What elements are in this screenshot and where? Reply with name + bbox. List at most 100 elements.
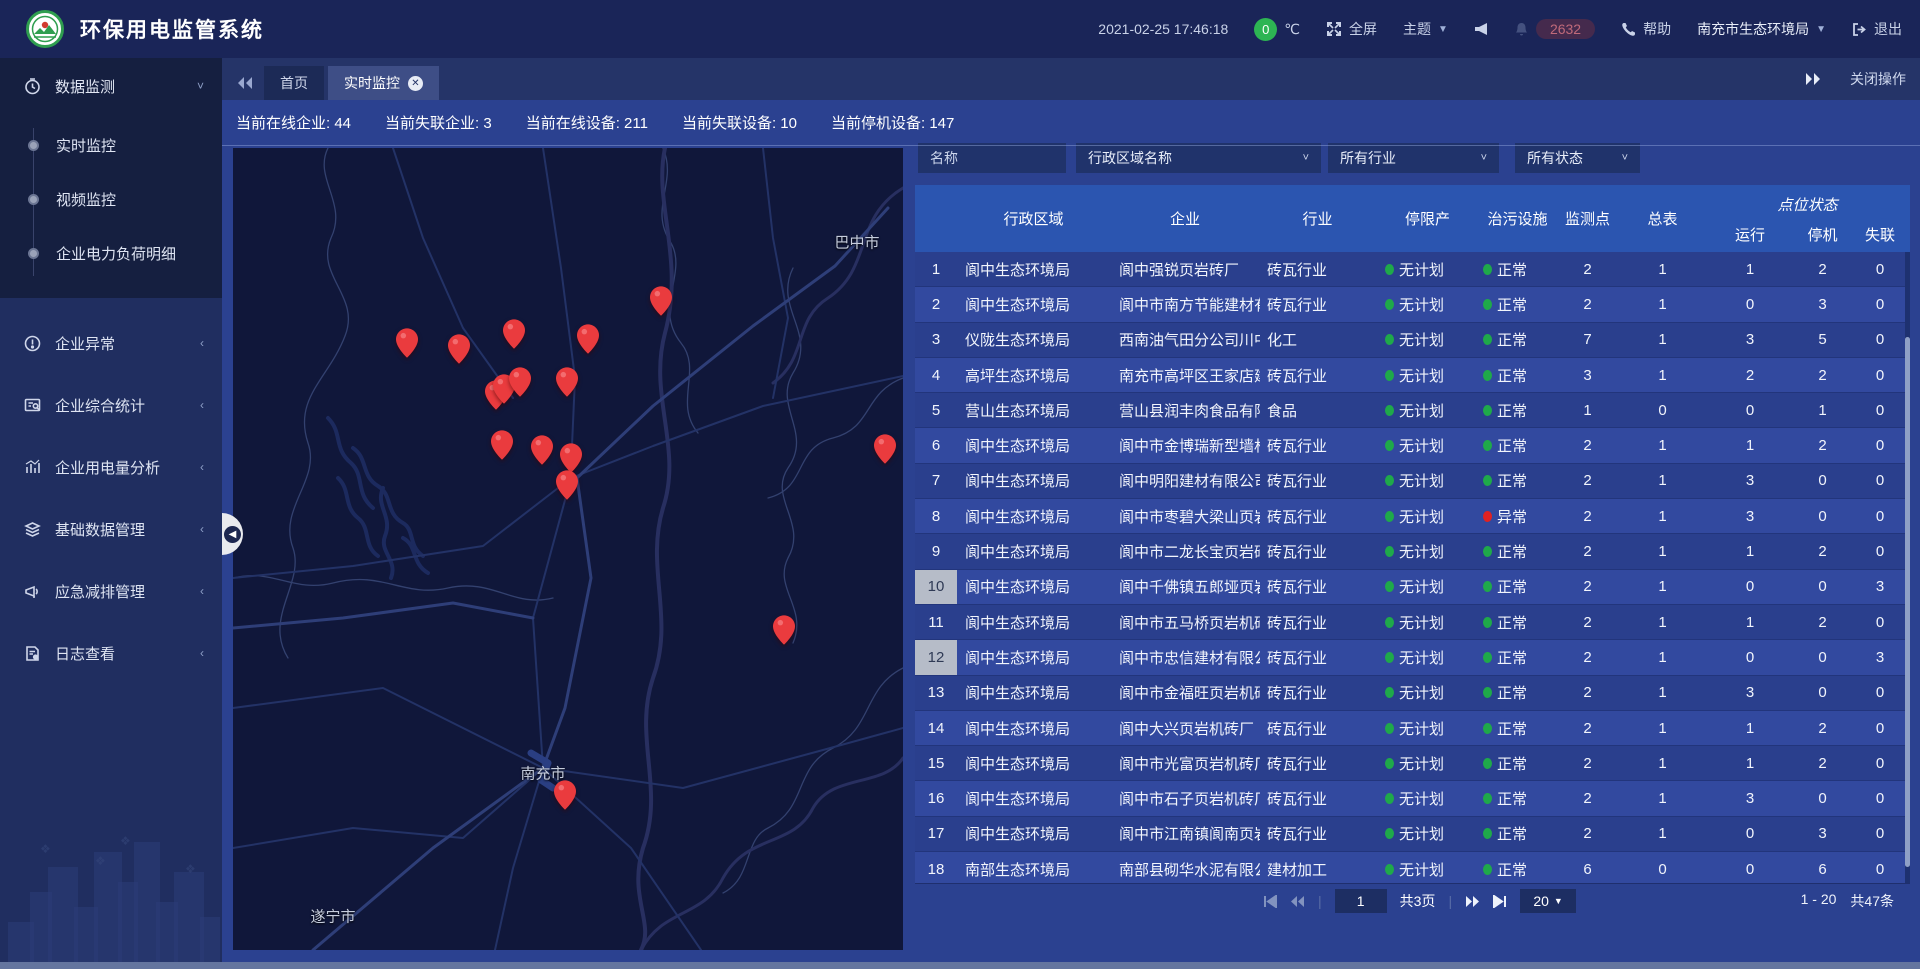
map-pin[interactable]: [773, 615, 795, 645]
next-page-button[interactable]: [1465, 895, 1480, 908]
cell-run: 1: [1705, 261, 1795, 278]
cell-halt: 0: [1795, 472, 1850, 489]
sidebar-group-enterprise-statistics[interactable]: 企业综合统计 ‹: [0, 374, 222, 436]
sidebar-item-power-load-detail[interactable]: 企业电力负荷明细: [0, 226, 222, 280]
first-page-button[interactable]: [1263, 895, 1277, 908]
table-row[interactable]: 6 阆中生态环境局 阆中市金博瑞新型墙材 砖瓦行业 无计划 正常 2 1 1 2…: [915, 428, 1910, 463]
theme-dropdown[interactable]: 主题▼: [1403, 19, 1448, 39]
help-button[interactable]: 帮助: [1621, 19, 1671, 39]
cell-lost: 0: [1850, 437, 1910, 454]
cell-halt: 0: [1795, 578, 1850, 595]
map-pin[interactable]: [491, 430, 513, 460]
page-number-input[interactable]: 1: [1335, 889, 1387, 913]
map-pin[interactable]: [874, 434, 896, 464]
cell-facility-status: 正常: [1480, 612, 1555, 633]
cell-run: 2: [1705, 367, 1795, 384]
status-filter-select[interactable]: 所有状态˅: [1515, 143, 1640, 173]
search-input[interactable]: [930, 150, 1054, 166]
page-title: 环保用电监管系统: [80, 14, 264, 44]
sidebar-group-log-view[interactable]: 日志查看 ‹: [0, 622, 222, 684]
table-row[interactable]: 7 阆中生态环境局 阆中明阳建材有限公司 砖瓦行业 无计划 正常 2 1 3 0…: [915, 464, 1910, 499]
cell-region: 阆中生态环境局: [957, 506, 1110, 527]
cell-company: 南充市高坪区王家店建: [1110, 365, 1260, 386]
table-row[interactable]: 3 仪陇生态环境局 西南油气田分公司川中 化工 无计划 正常 7 1 3 5 0: [915, 323, 1910, 358]
cell-lost: 0: [1850, 720, 1910, 737]
close-operations-button[interactable]: 关闭操作: [1850, 69, 1906, 89]
sidebar-group-emergency-reduction[interactable]: 应急减排管理 ‹: [0, 560, 222, 622]
page-size-select[interactable]: 20▼: [1520, 889, 1576, 913]
map-pin[interactable]: [560, 443, 582, 473]
map-pin[interactable]: [531, 435, 553, 465]
map-pin[interactable]: [396, 328, 418, 358]
table-row[interactable]: 2 阆中生态环境局 阆中市南方节能建材有 砖瓦行业 无计划 正常 2 1 0 3…: [915, 287, 1910, 322]
tabs-scroll-left-button[interactable]: [230, 66, 260, 100]
table-row[interactable]: 12 阆中生态环境局 阆中市忠信建材有限公 砖瓦行业 无计划 正常 2 1 0 …: [915, 640, 1910, 675]
status-dot: [1483, 475, 1492, 486]
last-page-button[interactable]: [1493, 895, 1507, 908]
status-dot: [1483, 440, 1492, 451]
table-row[interactable]: 4 高坪生态环境局 南充市高坪区王家店建 砖瓦行业 无计划 正常 3 1 2 2…: [915, 358, 1910, 393]
cell-stop-status: 无计划: [1375, 823, 1480, 844]
cell-stop-status: 无计划: [1375, 541, 1480, 562]
prev-page-button[interactable]: [1290, 895, 1305, 908]
map-panel[interactable]: 巴中市南充市遂宁市: [233, 148, 903, 950]
map-pin[interactable]: [448, 334, 470, 364]
cell-region: 仪陇生态环境局: [957, 329, 1110, 350]
table-row[interactable]: 8 阆中生态环境局 阆中市枣碧大梁山页岩 砖瓦行业 无计划 异常 2 1 3 0…: [915, 499, 1910, 534]
table-row[interactable]: 11 阆中生态环境局 阆中市五马桥页岩机砖 砖瓦行业 无计划 正常 2 1 1 …: [915, 605, 1910, 640]
cell-halt: 2: [1795, 367, 1850, 384]
map-pin[interactable]: [509, 367, 531, 397]
scrollbar-thumb[interactable]: [1905, 337, 1910, 867]
double-chevron-left-icon: [237, 76, 253, 90]
stat-item: 当前在线企业: 44: [236, 112, 351, 133]
tab-home[interactable]: 首页: [264, 66, 324, 100]
table-row[interactable]: 10 阆中生态环境局 阆中千佛镇五郎垭页岩 砖瓦行业 无计划 正常 2 1 0 …: [915, 570, 1910, 605]
alert-circle-icon: [24, 335, 41, 352]
table-row[interactable]: 9 阆中生态环境局 阆中市二龙长宝页岩砖 砖瓦行业 无计划 正常 2 1 1 2…: [915, 534, 1910, 569]
mute-button[interactable]: [1474, 22, 1488, 36]
table-scrollbar[interactable]: [1905, 252, 1910, 883]
sidebar-group-data-monitoring[interactable]: 数据监测 ˅: [0, 58, 222, 114]
close-icon[interactable]: ✕: [408, 76, 423, 91]
sidebar-group-enterprise-abnormal[interactable]: 企业异常 ‹: [0, 312, 222, 374]
table-row[interactable]: 1 阆中生态环境局 阆中强锐页岩砖厂 砖瓦行业 无计划 正常 2 1 1 2 0: [915, 252, 1910, 287]
cell-facility-status: 正常: [1480, 329, 1555, 350]
status-dot: [1483, 864, 1492, 875]
status-dot: [1483, 370, 1492, 381]
org-dropdown[interactable]: 南充市生态环境局▼: [1697, 19, 1826, 39]
tab-realtime-monitoring[interactable]: 实时监控 ✕: [328, 66, 439, 100]
cell-industry: 砖瓦行业: [1260, 647, 1375, 668]
chevron-left-icon: ‹: [200, 336, 204, 350]
logout-button[interactable]: 退出: [1852, 19, 1902, 39]
table-row[interactable]: 15 阆中生态环境局 阆中市光富页岩机砖厂 砖瓦行业 无计划 正常 2 1 1 …: [915, 746, 1910, 781]
region-filter-select[interactable]: 行政区域名称˅: [1076, 143, 1321, 173]
name-filter-input[interactable]: [918, 143, 1066, 173]
table-row[interactable]: 13 阆中生态环境局 阆中市金福旺页岩机砖 砖瓦行业 无计划 正常 2 1 3 …: [915, 676, 1910, 711]
sidebar-item-video-monitoring[interactable]: 视频监控: [0, 172, 222, 226]
map-pin[interactable]: [650, 286, 672, 316]
map-pin[interactable]: [577, 324, 599, 354]
map-pin[interactable]: [556, 367, 578, 397]
cell-facility-status: 正常: [1480, 718, 1555, 739]
map-pin[interactable]: [503, 319, 525, 349]
map-pin[interactable]: [554, 780, 576, 810]
sidebar-group-basic-data[interactable]: 基础数据管理 ‹: [0, 498, 222, 560]
cell-points: 2: [1555, 508, 1620, 525]
stat-item: 当前在线设备: 211: [526, 112, 648, 133]
table-row[interactable]: 16 阆中生态环境局 阆中市石子页岩机砖厂 砖瓦行业 无计划 正常 2 1 3 …: [915, 781, 1910, 816]
sidebar-group-electricity-analysis[interactable]: 企业用电量分析 ‹: [0, 436, 222, 498]
table-row[interactable]: 18 南部生态环境局 南部县砌华水泥有限公 建材加工 无计划 正常 6 0 0 …: [915, 852, 1910, 883]
cell-run: 3: [1705, 472, 1795, 489]
cell-meter: 1: [1620, 472, 1705, 489]
table-row[interactable]: 14 阆中生态环境局 阆中大兴页岩机砖厂 砖瓦行业 无计划 正常 2 1 1 2…: [915, 711, 1910, 746]
map-pin[interactable]: [556, 470, 578, 500]
sidebar-item-realtime-monitoring[interactable]: 实时监控: [0, 118, 222, 172]
cell-region: 阆中生态环境局: [957, 259, 1110, 280]
industry-filter-select[interactable]: 所有行业˅: [1328, 143, 1499, 173]
cell-facility-status: 正常: [1480, 400, 1555, 421]
table-row[interactable]: 5 营山生态环境局 营山县润丰肉食品有限 食品 无计划 正常 1 0 0 1 0: [915, 393, 1910, 428]
notification-area[interactable]: 2632: [1514, 19, 1595, 39]
tabs-scroll-right-button[interactable]: [1798, 62, 1828, 96]
fullscreen-button[interactable]: 全屏: [1326, 19, 1377, 39]
table-row[interactable]: 17 阆中生态环境局 阆中市江南镇阆南页岩 砖瓦行业 无计划 正常 2 1 0 …: [915, 817, 1910, 852]
